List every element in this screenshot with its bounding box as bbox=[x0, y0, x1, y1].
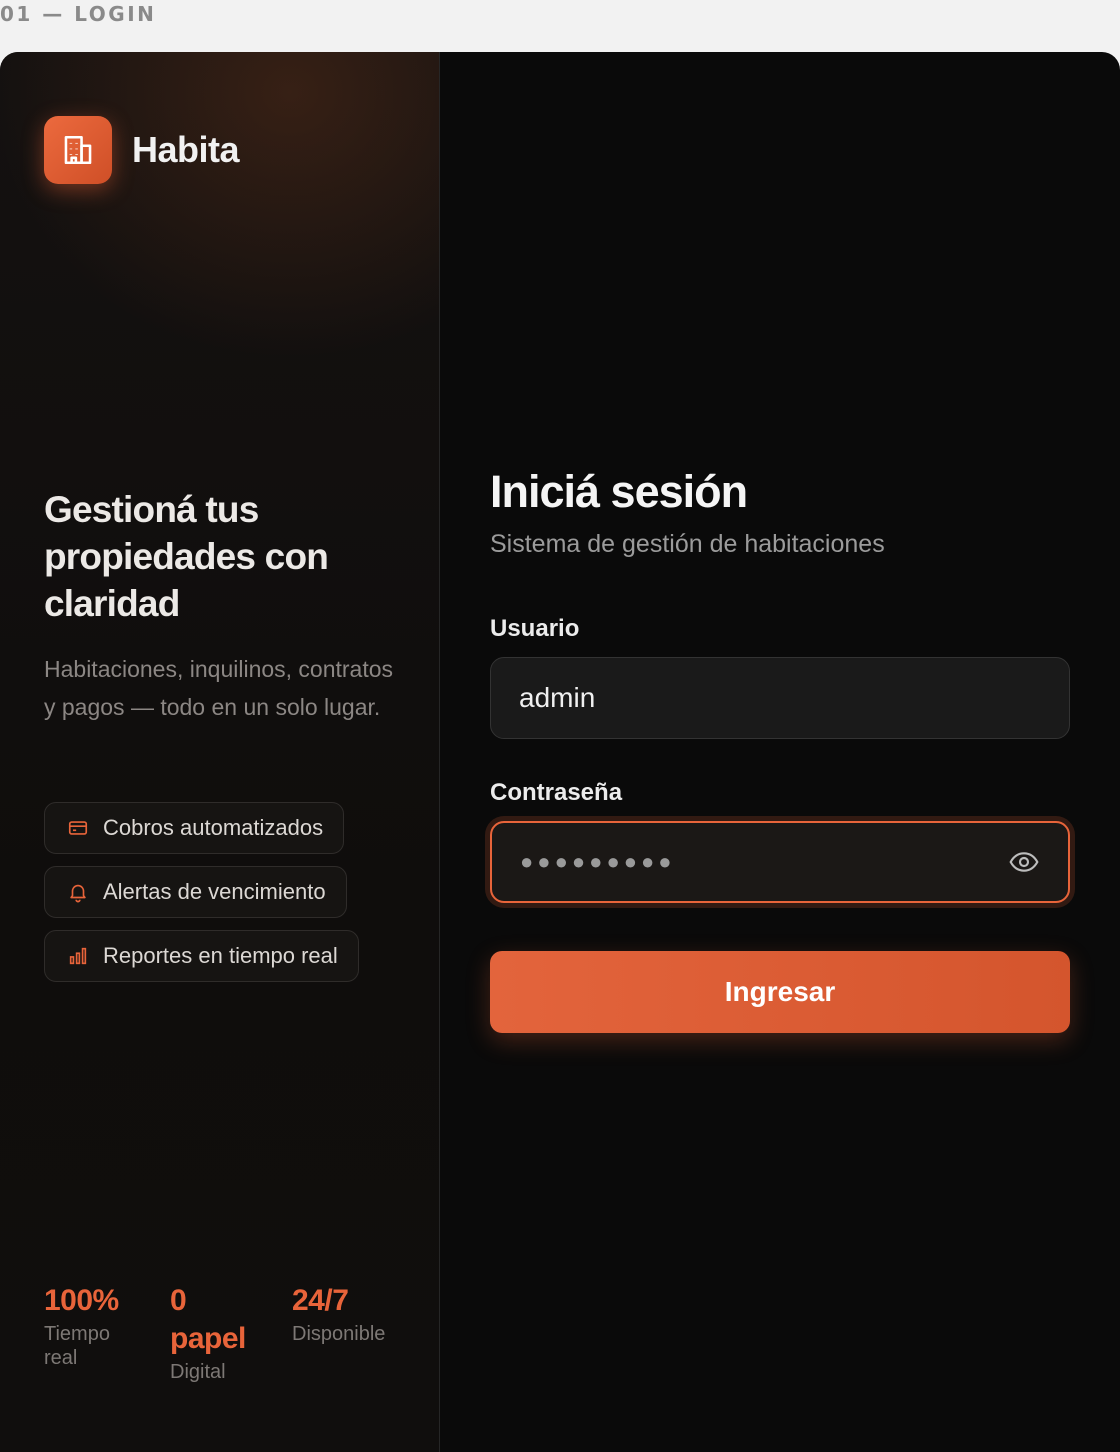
login-title: Iniciá sesión bbox=[490, 466, 748, 517]
login-window: Habita Gestioná tus propiedades con clar… bbox=[0, 52, 1120, 1452]
bell-icon bbox=[70, 884, 86, 903]
login-subtitle: Sistema de gestión de habitaciones bbox=[490, 530, 885, 558]
stat-value: 0 papel bbox=[170, 1284, 246, 1355]
feature-label: Cobros automatizados bbox=[103, 815, 324, 840]
logo-tile bbox=[44, 116, 112, 184]
password-input[interactable]: ●●●●●●●●● bbox=[490, 821, 1070, 903]
section-label: 01 — LOGIN bbox=[0, 2, 157, 26]
password-value: ●●●●●●●●● bbox=[520, 849, 676, 874]
username-label: Usuario bbox=[490, 615, 580, 642]
password-label: Contraseña bbox=[490, 779, 623, 806]
credit-card-icon bbox=[68, 821, 88, 835]
stat-label: Disponible bbox=[292, 1323, 386, 1345]
login-panel: Iniciá sesión Sistema de gestión de habi… bbox=[440, 52, 1120, 1452]
brand-name: Habita bbox=[132, 129, 240, 170]
submit-button[interactable]: Ingresar bbox=[490, 951, 1070, 1033]
hero-description: Habitaciones, inquilinos, contratos y pa… bbox=[44, 656, 394, 720]
stat-value: 100% bbox=[44, 1284, 119, 1317]
hero-title: Gestioná tus propiedades con claridad bbox=[44, 489, 329, 624]
feature-label: Alertas de vencimiento bbox=[103, 879, 326, 904]
toggle-password-visibility[interactable] bbox=[1008, 846, 1040, 878]
bar-chart-icon bbox=[69, 947, 87, 965]
building-icon bbox=[64, 135, 92, 165]
username-input[interactable]: admin bbox=[490, 657, 1070, 739]
feature-pill-billing: Cobros automatizados bbox=[44, 802, 345, 854]
feature-pill-alerts: Alertas de vencimiento bbox=[44, 866, 347, 918]
stat-label: Tiempo real bbox=[44, 1323, 110, 1369]
feature-pill-reports: Reportes en tiempo real bbox=[44, 930, 359, 982]
stats-row: 100% Tiempo real 0 papel Digital 24/7 Di… bbox=[44, 1282, 418, 1384]
stat-realtime: 100% Tiempo real bbox=[44, 1282, 170, 1384]
eye-icon bbox=[1009, 852, 1039, 872]
feature-list: Cobros automatizados Alertas de vencimie… bbox=[44, 802, 359, 994]
brand-panel: Habita Gestioná tus propiedades con clar… bbox=[0, 52, 440, 1452]
stat-paperless: 0 papel Digital bbox=[170, 1282, 292, 1384]
stat-label: Digital bbox=[170, 1361, 226, 1383]
brand: Habita bbox=[44, 116, 240, 184]
stat-availability: 24/7 Disponible bbox=[292, 1282, 418, 1384]
feature-label: Reportes en tiempo real bbox=[103, 943, 338, 968]
username-value: admin bbox=[519, 682, 596, 713]
login-form: Iniciá sesión Sistema de gestión de habi… bbox=[490, 464, 1070, 1033]
stat-value: 24/7 bbox=[292, 1284, 349, 1317]
